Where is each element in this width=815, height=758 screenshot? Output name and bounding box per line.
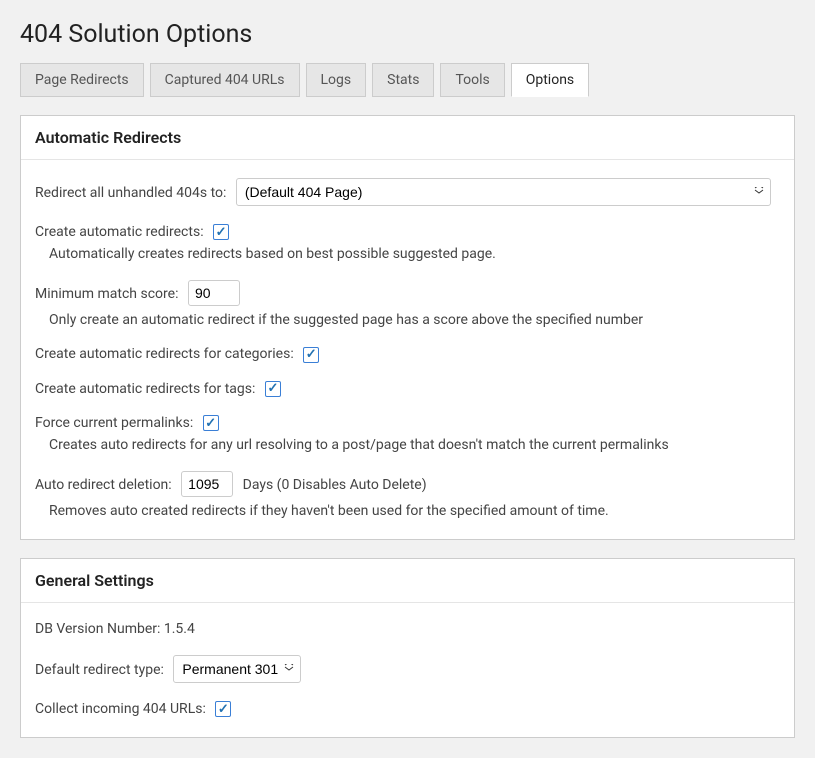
desc-create-auto-redirects: Automatically creates redirects based on… (35, 246, 780, 262)
checkbox-force-permalinks[interactable] (203, 415, 219, 431)
field-auto-redirects-tags: Create automatic redirects for tags: (35, 381, 780, 397)
section-header-automatic-redirects: Automatic Redirects (21, 116, 794, 160)
select-redirect-all-unhandled[interactable]: (Default 404 Page) (236, 178, 771, 206)
field-collect-incoming-404: Collect incoming 404 URLs: (35, 701, 780, 717)
label-auto-redirects-tags: Create automatic redirects for tags: (35, 381, 255, 397)
field-auto-redirect-deletion: Auto redirect deletion: Days (0 Disables… (35, 471, 780, 519)
checkbox-create-auto-redirects[interactable] (213, 224, 229, 240)
label-force-permalinks: Force current permalinks: (35, 415, 193, 431)
section-header-general-settings: General Settings (21, 559, 794, 603)
field-redirect-all-unhandled: Redirect all unhandled 404s to: (Default… (35, 178, 780, 206)
label-collect-incoming-404: Collect incoming 404 URLs: (35, 701, 206, 717)
tab-bar: Page Redirects Captured 404 URLs Logs St… (20, 63, 795, 97)
page-title: 404 Solution Options (20, 20, 795, 49)
desc-force-permalinks: Creates auto redirects for any url resol… (35, 437, 780, 453)
label-minimum-match-score: Minimum match score: (35, 286, 178, 302)
label-default-redirect-type: Default redirect type: (35, 662, 164, 678)
desc-minimum-match-score: Only create an automatic redirect if the… (35, 312, 780, 328)
label-auto-redirects-categories: Create automatic redirects for categorie… (35, 346, 294, 362)
desc-auto-redirect-deletion: Removes auto created redirects if they h… (35, 503, 780, 519)
field-force-permalinks: Force current permalinks: Creates auto r… (35, 415, 780, 453)
tab-logs[interactable]: Logs (306, 63, 367, 97)
label-redirect-all-unhandled: Redirect all unhandled 404s to: (35, 185, 226, 201)
tab-options[interactable]: Options (511, 63, 589, 97)
checkbox-collect-incoming-404[interactable] (215, 701, 231, 717)
checkbox-auto-redirects-categories[interactable] (303, 347, 319, 363)
field-create-auto-redirects: Create automatic redirects: Automaticall… (35, 224, 780, 262)
field-auto-redirects-categories: Create automatic redirects for categorie… (35, 346, 780, 362)
label-create-auto-redirects: Create automatic redirects: (35, 224, 204, 240)
section-automatic-redirects: Automatic Redirects Redirect all unhandl… (20, 115, 795, 540)
field-default-redirect-type: Default redirect type: Permanent 301 (35, 655, 780, 683)
field-minimum-match-score: Minimum match score: Only create an auto… (35, 280, 780, 328)
suffix-auto-redirect-deletion: Days (0 Disables Auto Delete) (243, 477, 427, 493)
select-default-redirect-type[interactable]: Permanent 301 (173, 655, 301, 683)
section-general-settings: General Settings DB Version Number: 1.5.… (20, 558, 795, 738)
section-title-automatic-redirects: Automatic Redirects (35, 128, 780, 147)
checkbox-auto-redirects-tags[interactable] (265, 381, 281, 397)
label-db-version: DB Version Number: 1.5.4 (35, 621, 195, 637)
input-auto-redirect-deletion[interactable] (181, 471, 233, 497)
input-minimum-match-score[interactable] (188, 280, 240, 306)
section-title-general-settings: General Settings (35, 571, 780, 590)
tab-page-redirects[interactable]: Page Redirects (20, 63, 144, 97)
tab-captured-404-urls[interactable]: Captured 404 URLs (150, 63, 300, 97)
field-db-version: DB Version Number: 1.5.4 (35, 621, 780, 637)
tab-stats[interactable]: Stats (372, 63, 434, 97)
label-auto-redirect-deletion: Auto redirect deletion: (35, 477, 172, 493)
tab-tools[interactable]: Tools (440, 63, 504, 97)
